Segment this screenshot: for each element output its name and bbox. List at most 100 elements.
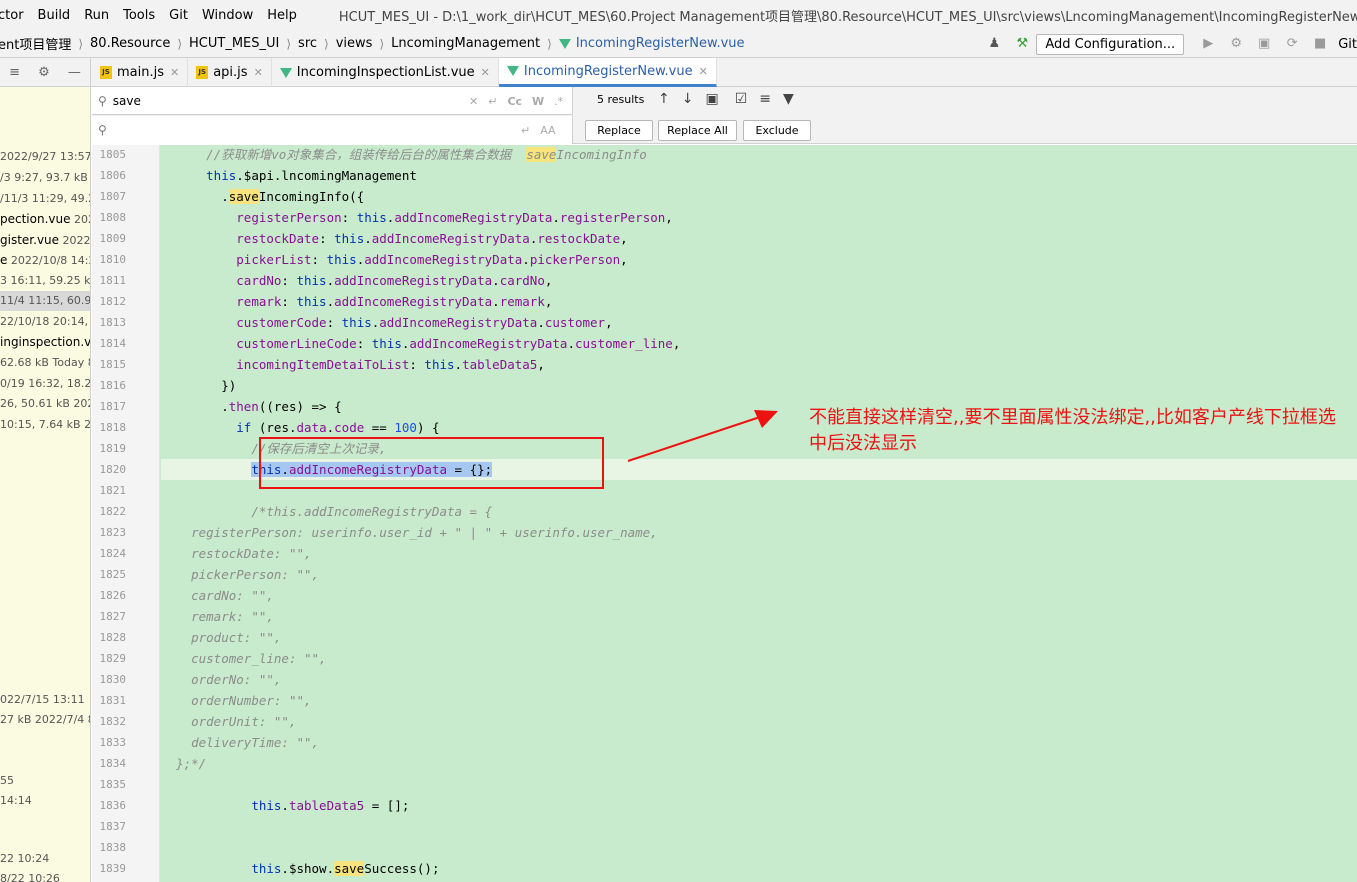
code-line[interactable]: registerPerson: this.addIncomeRegistryDa…: [161, 207, 1357, 228]
match-case-icon[interactable]: Cc: [507, 95, 522, 108]
preserve-case-icon[interactable]: AA: [540, 124, 555, 137]
stop-icon[interactable]: ■: [1311, 35, 1329, 53]
code-line[interactable]: orderUnit: "",: [161, 711, 1357, 732]
project-file-row[interactable]: 22/10/18 20:14, 15: [0, 312, 90, 332]
minimize-icon[interactable]: —: [68, 65, 81, 80]
clear-icon[interactable]: ✕: [469, 95, 478, 108]
project-file-row[interactable]: 27 kB 2022/7/4 8:2: [0, 710, 90, 730]
code-editor[interactable]: 1805 1806 1807 1808 1809 1810 1811 1812 1813 1814…: [92, 145, 1357, 882]
code-line[interactable]: pickerList: this.addIncomeRegistryData.p…: [161, 249, 1357, 270]
project-file-row[interactable]: 0/19 16:32, 18.22: [0, 374, 90, 394]
user-icon[interactable]: ♟: [985, 35, 1003, 53]
project-file-row[interactable]: /11/3 11:29, 49.23: [0, 189, 90, 209]
code-line[interactable]: remark: "",: [161, 606, 1357, 627]
filter-options-icon[interactable]: ☑: [735, 91, 748, 107]
project-file-row[interactable]: 3 16:11, 59.25 kB 2: [0, 271, 90, 291]
breadcrumb-item[interactable]: IncomingRegisterNew.vue: [558, 36, 745, 51]
project-file-row[interactable]: 26, 50.61 kB 2022: [0, 394, 90, 414]
gear-icon[interactable]: ⚙: [38, 65, 50, 80]
close-icon[interactable]: ✕: [481, 66, 490, 79]
code-line[interactable]: /*this.addIncomeRegistryData = {: [161, 501, 1357, 522]
breadcrumb-item[interactable]: LncomingManagement: [391, 36, 540, 51]
menu-item[interactable]: Help: [261, 8, 305, 23]
project-file-row[interactable]: 22 10:24: [0, 849, 49, 869]
menu-item[interactable]: Run: [78, 8, 117, 23]
code-line[interactable]: }): [161, 375, 1357, 396]
replace-all-button[interactable]: Replace All: [658, 120, 737, 141]
code-line[interactable]: [161, 837, 1357, 858]
project-file-row[interactable]: 022/7/15 13:11: [0, 690, 85, 710]
collapse-all-icon[interactable]: ≡: [9, 65, 20, 80]
filter-icon[interactable]: ▼: [783, 91, 794, 107]
code-line[interactable]: .saveIncomingInfo({: [161, 186, 1357, 207]
regex-icon[interactable]: .*: [554, 95, 563, 108]
coverage-icon[interactable]: ▣: [1255, 35, 1273, 53]
project-file-row[interactable]: 62.68 kB Today 8: [0, 353, 90, 373]
close-icon[interactable]: ✕: [170, 66, 179, 79]
editor-tab[interactable]: IncomingInspectionList.vue ✕: [272, 58, 499, 87]
code-line[interactable]: this.tableData5 = [];: [161, 795, 1357, 816]
code-line[interactable]: restockDate: this.addIncomeRegistryData.…: [161, 228, 1357, 249]
editor-tab[interactable]: IncomingRegisterNew.vue ✕: [498, 58, 717, 87]
project-file-row[interactable]: pection.vue 202: [0, 209, 90, 229]
add-configuration-button[interactable]: Add Configuration...: [1036, 33, 1185, 55]
breadcrumb-item[interactable]: src: [298, 36, 317, 51]
project-file-row[interactable]: 10:15, 7.64 kB 20: [0, 415, 90, 435]
project-file-row[interactable]: /3 9:27, 93.7 kB Ye: [0, 168, 90, 188]
menu-item[interactable]: Git: [163, 8, 196, 23]
project-file-row[interactable]: 14:14: [0, 791, 32, 811]
breadcrumb-item[interactable]: HCUT_MES_UI: [189, 36, 279, 51]
run-icon[interactable]: ▶: [1199, 35, 1217, 53]
code-line[interactable]: customer_line: "",: [161, 648, 1357, 669]
replace-button[interactable]: Replace: [585, 120, 653, 141]
code-line[interactable]: remark: this.addIncomeRegistryData.remar…: [161, 291, 1357, 312]
next-occurrence-icon[interactable]: ↓: [682, 91, 694, 107]
code-line[interactable]: this.$api.lncomingManagement: [161, 165, 1357, 186]
close-icon[interactable]: ✕: [699, 65, 708, 78]
menu-item[interactable]: ctor: [0, 8, 32, 23]
breadcrumb-item[interactable]: ent项目管理: [0, 34, 71, 53]
new-line-icon[interactable]: ↵: [488, 95, 497, 108]
breadcrumb-item[interactable]: views: [336, 36, 373, 51]
menu-item[interactable]: Build: [32, 8, 79, 23]
replace-input[interactable]: ⚲: [92, 116, 573, 144]
code-line[interactable]: orderNumber: "",: [161, 690, 1357, 711]
menu-item[interactable]: Window: [196, 8, 261, 23]
code-line[interactable]: customerCode: this.addIncomeRegistryData…: [161, 312, 1357, 333]
profile-icon[interactable]: ⟳: [1283, 35, 1301, 53]
project-file-row[interactable]: e 2022/10/8 14:22: [0, 250, 90, 270]
project-file-row[interactable]: 8/22 10:26: [0, 869, 60, 882]
project-file-row[interactable]: inginspection.vu: [0, 332, 90, 352]
previous-occurrence-icon[interactable]: ↑: [658, 91, 670, 107]
code-line[interactable]: [161, 774, 1357, 795]
menu-item[interactable]: Tools: [117, 8, 163, 23]
code-line[interactable]: product: "",: [161, 627, 1357, 648]
select-all-occurrences-icon[interactable]: ▣: [705, 91, 718, 107]
code-line[interactable]: pickerPerson: "",: [161, 564, 1357, 585]
code-line[interactable]: deliveryTime: "",: [161, 732, 1357, 753]
code-line[interactable]: customerLineCode: this.addIncomeRegistry…: [161, 333, 1357, 354]
editor-tab[interactable]: JS api.js ✕: [188, 58, 272, 87]
code-line[interactable]: //获取新增vo对象集合，组装传给后台的属性集合数据 saveIncomingI…: [161, 144, 1357, 165]
close-icon[interactable]: ✕: [254, 66, 263, 79]
git-menu[interactable]: Git: [1338, 37, 1357, 52]
build-hammer-icon[interactable]: ⚒: [1013, 35, 1031, 53]
code-line[interactable]: incomingItemDetaiToList: this.tableData5…: [161, 354, 1357, 375]
code-line[interactable]: cardNo: this.addIncomeRegistryData.cardN…: [161, 270, 1357, 291]
code-line[interactable]: orderNo: "",: [161, 669, 1357, 690]
debug-icon[interactable]: ⚙: [1227, 35, 1245, 53]
multiline-icon[interactable]: ≡: [759, 91, 771, 107]
editor-tab[interactable]: JS main.js ✕: [92, 58, 189, 87]
exclude-button[interactable]: Exclude: [743, 120, 811, 141]
replace-new-line-icon[interactable]: ↵: [521, 124, 530, 137]
code-line[interactable]: };*/: [161, 753, 1357, 774]
code-line[interactable]: restockDate: "",: [161, 543, 1357, 564]
breadcrumb-item[interactable]: 80.Resource: [90, 36, 170, 51]
project-file-row[interactable]: 11/4 11:15, 60.99: [0, 291, 90, 311]
words-icon[interactable]: W: [532, 95, 544, 108]
code-line[interactable]: registerPerson: userinfo.user_id + " | "…: [161, 522, 1357, 543]
code-line[interactable]: this.$show.saveSuccess();: [161, 858, 1357, 879]
code-line[interactable]: cardNo: "",: [161, 585, 1357, 606]
project-file-row[interactable]: 2022/9/27 13:57,: [0, 147, 90, 167]
code-line[interactable]: [161, 816, 1357, 837]
